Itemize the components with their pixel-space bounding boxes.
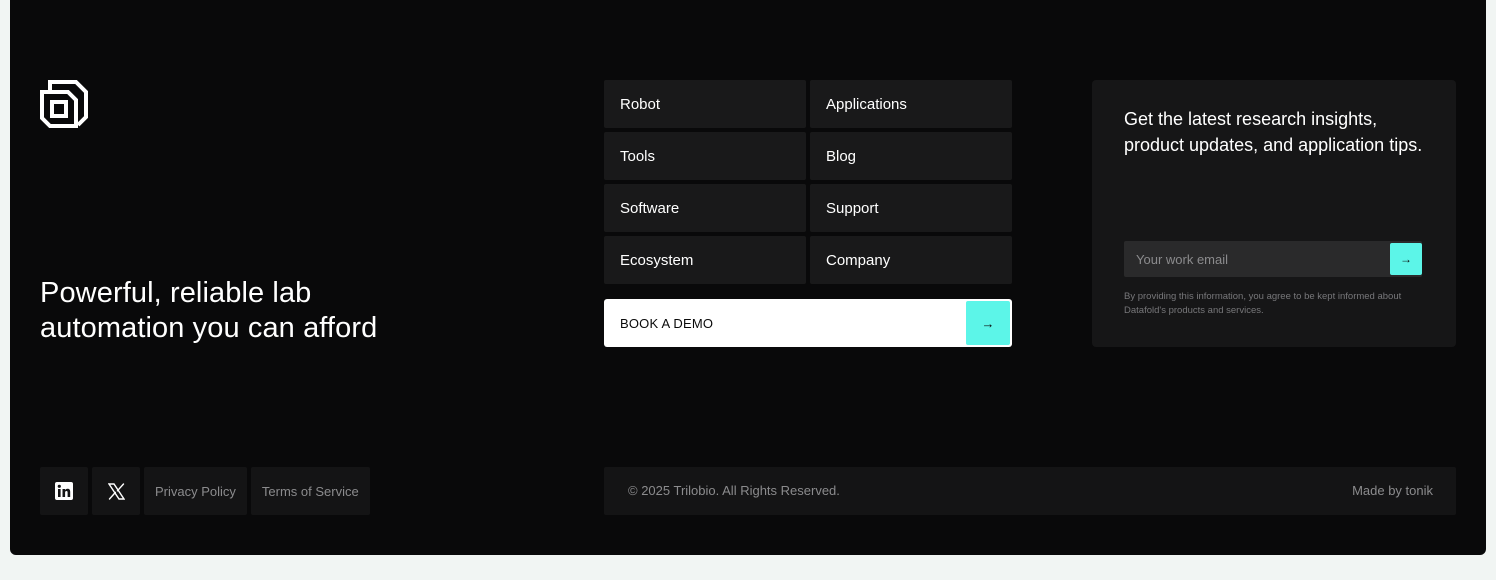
arrow-right-icon: →: [966, 301, 1010, 345]
nav-link-company[interactable]: Company: [810, 236, 1012, 284]
newsletter-heading: Get the latest research insights, produc…: [1124, 109, 1423, 155]
x-twitter-button[interactable]: [92, 467, 140, 515]
newsletter-form: →: [1124, 241, 1422, 277]
nav-link-software[interactable]: Software: [604, 184, 806, 232]
newsletter-disclaimer: By providing this information, you agree…: [1124, 291, 1402, 316]
arrow-right-icon: →: [1400, 252, 1412, 266]
privacy-policy-link[interactable]: Privacy Policy: [144, 467, 247, 515]
overlapping-squares-logo-icon[interactable]: [40, 80, 90, 128]
linkedin-icon: [55, 482, 73, 500]
newsletter-panel: Get the latest research insights, produc…: [1092, 80, 1456, 347]
copyright-bar: © 2025 Trilobio. All Rights Reserved. Ma…: [604, 467, 1456, 515]
x-twitter-icon: [107, 482, 125, 500]
terms-of-service-link[interactable]: Terms of Service: [250, 467, 370, 515]
nav-link-tools[interactable]: Tools: [604, 132, 806, 180]
nav-link-applications[interactable]: Applications: [810, 80, 1012, 128]
footer-tagline: Powerful, reliable lab automation you ca…: [40, 277, 378, 344]
copyright-text: © 2025 Trilobio. All Rights Reserved.: [628, 483, 840, 498]
nav-link-blog[interactable]: Blog: [810, 132, 1012, 180]
site-footer: Powerful, reliable lab automation you ca…: [10, 0, 1486, 555]
work-email-input[interactable]: [1124, 241, 1384, 277]
made-by-link[interactable]: Made by tonik: [1352, 467, 1433, 515]
nav-link-ecosystem[interactable]: Ecosystem: [604, 236, 806, 284]
nav-link-robot[interactable]: Robot: [604, 80, 806, 128]
linkedin-button[interactable]: [40, 467, 88, 515]
book-demo-button[interactable]: BOOK A DEMO →: [604, 299, 1012, 347]
nav-link-support[interactable]: Support: [810, 184, 1012, 232]
book-demo-label: BOOK A DEMO: [620, 315, 714, 331]
social-legal-links: Privacy Policy Terms of Service: [40, 467, 370, 515]
newsletter-submit-button[interactable]: →: [1390, 243, 1422, 275]
footer-nav: Robot Applications Tools Blog Software S…: [604, 80, 1013, 284]
